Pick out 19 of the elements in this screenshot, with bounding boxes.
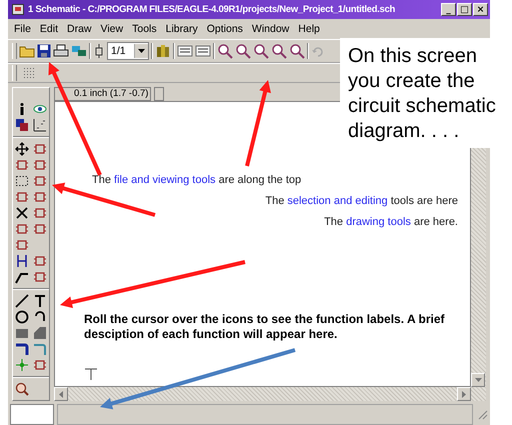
window-title: 1 Schematic - C:/PROGRAM FILES/EAGLE-4.09R1/projects/New_Project_1/untitled.sch: [28, 4, 396, 15]
menu-item[interactable]: Window: [252, 23, 290, 35]
menu-item[interactable]: Draw: [67, 23, 92, 35]
annotation-text: The selection and editing tools are here: [264, 195, 458, 207]
close-button[interactable]: ×: [473, 3, 488, 16]
annotation-text: The drawing tools are here.: [323, 216, 458, 228]
menu-item[interactable]: Tools: [132, 23, 157, 35]
coordinate-display: 0.1 inch (1.7 -0.7): [54, 87, 152, 101]
maximize-button[interactable]: □: [457, 3, 472, 16]
menu-item[interactable]: Library: [166, 23, 198, 35]
menu-item[interactable]: Options: [206, 23, 243, 35]
sheet-select[interactable]: 1/1: [107, 42, 149, 60]
annotation-text: Roll the cursor over the icons to see the function labels. A brief desciption of each function will appear here.: [84, 312, 446, 342]
menu-item[interactable]: File: [14, 23, 31, 35]
annotation-text: The file and viewing tools are along the top: [92, 174, 302, 186]
minimize-button[interactable]: _: [441, 3, 456, 16]
menu-item[interactable]: Edit: [40, 23, 58, 35]
menu-item[interactable]: View: [100, 23, 124, 35]
menu-item[interactable]: Help: [298, 23, 320, 35]
